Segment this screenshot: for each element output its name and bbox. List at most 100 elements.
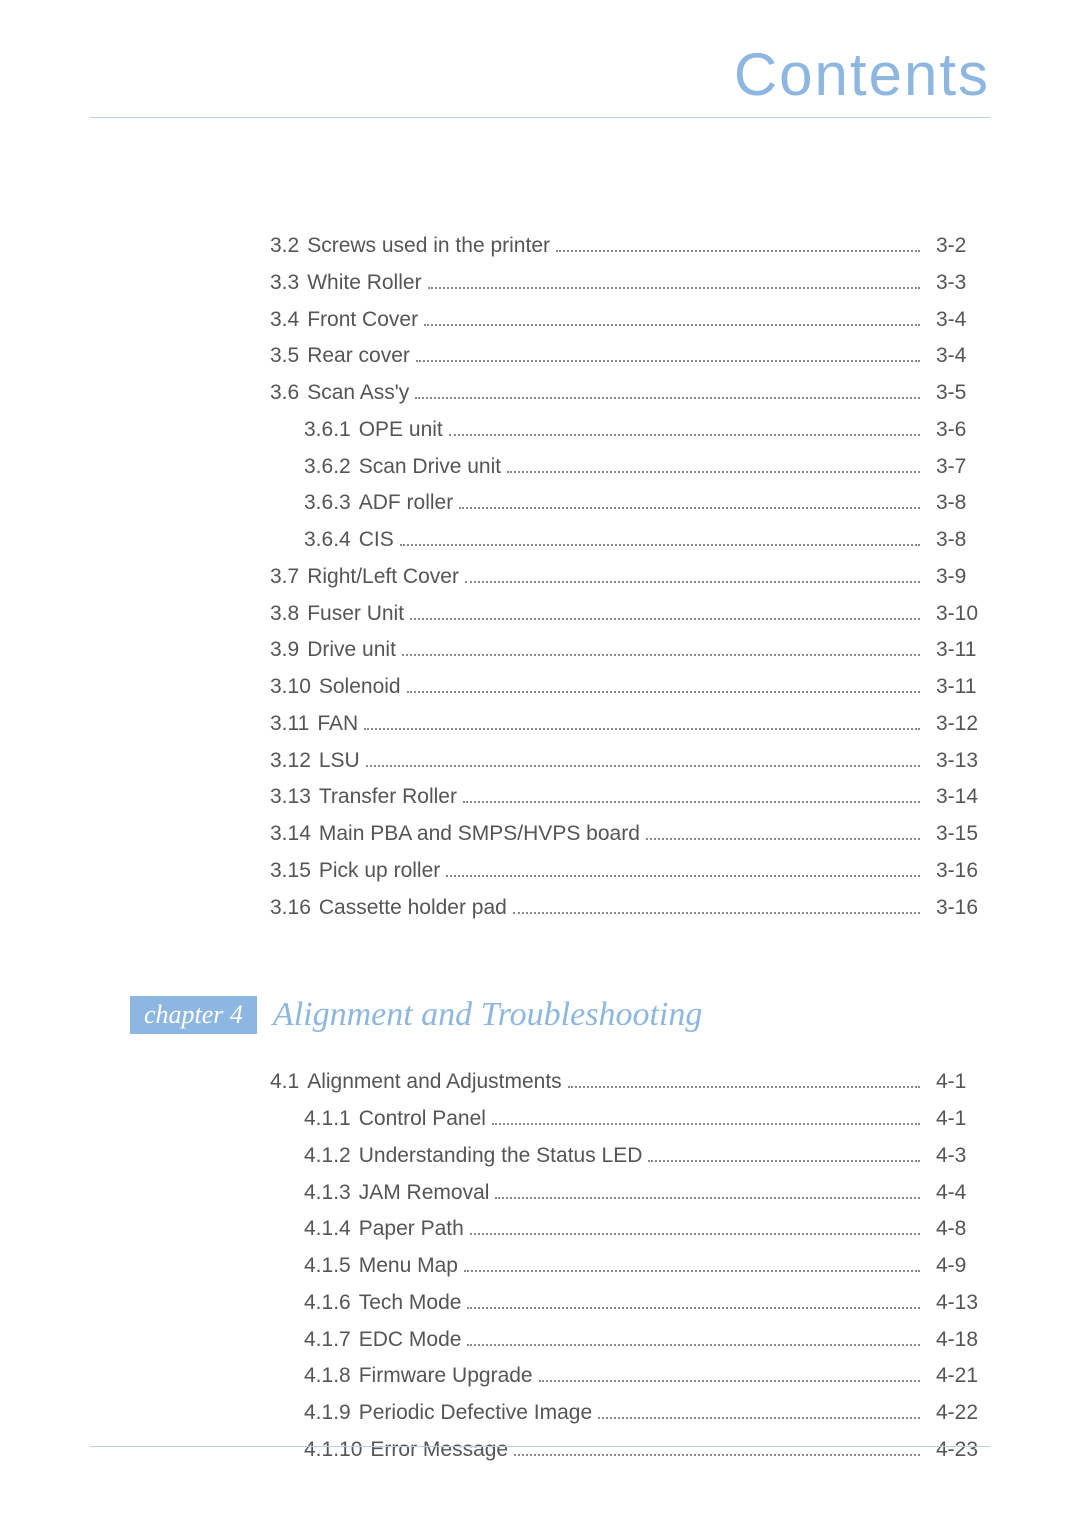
toc-entry-number: 3.2 — [270, 234, 299, 257]
toc-entry-page: 3-12 — [926, 706, 980, 743]
toc-entry-text: Understanding the Status LED — [359, 1144, 643, 1167]
toc-entry-number: 3.13 — [270, 785, 311, 808]
toc-leader-dots — [464, 1270, 920, 1272]
toc-entry-title: 3.7Right/Left Cover — [270, 559, 459, 596]
toc-leader-dots — [646, 838, 920, 840]
toc-entry-title: 3.16Cassette holder pad — [270, 890, 507, 927]
toc-entry-number: 3.5 — [270, 344, 299, 367]
toc-entry-text: Control Panel — [359, 1107, 486, 1130]
toc-entry-text: Menu Map — [359, 1254, 458, 1277]
toc-entry: 3.11 FAN 3-12 — [270, 706, 980, 743]
toc-entry-title: 3.8Fuser Unit — [270, 596, 404, 633]
toc-entry-number: 3.11 — [270, 712, 309, 735]
chapter-badge: chapter 4 — [130, 996, 257, 1034]
toc-leader-dots — [410, 618, 920, 620]
toc-entry-title: 3.3White Roller — [270, 265, 422, 302]
toc-entry-title: 4.1.3JAM Removal — [304, 1175, 489, 1212]
toc-entry: 3.16Cassette holder pad 3-16 — [270, 890, 980, 927]
toc-entry-page: 4-21 — [926, 1358, 980, 1395]
toc-entry: 4.1.5Menu Map4-9 — [270, 1248, 980, 1285]
toc-entry: 3.6.3ADF roller3-8 — [270, 485, 980, 522]
toc-entry-text: Transfer Roller — [319, 785, 457, 808]
toc-entry: 3.13Transfer Roller3-14 — [270, 779, 980, 816]
toc-entry-number: 3.14 — [270, 822, 311, 845]
toc-entry-number: 3.6 — [270, 381, 299, 404]
toc-entry-text: FAN — [317, 712, 358, 735]
toc-entry: 3.7Right/Left Cover3-9 — [270, 559, 980, 596]
toc-entry-number: 3.3 — [270, 271, 299, 294]
toc-entry-page: 3-16 — [926, 890, 980, 927]
toc-leader-dots — [495, 1197, 920, 1199]
toc-leader-dots — [507, 471, 920, 473]
toc-leader-dots — [407, 691, 920, 693]
toc-entry-page: 3-16 — [926, 853, 980, 890]
toc-entry-text: OPE unit — [359, 418, 443, 441]
toc-entry-number: 4.1.8 — [304, 1364, 351, 1387]
toc-leader-dots — [514, 1454, 920, 1456]
toc-entry-title: 4.1 Alignment and Adjustments — [270, 1064, 562, 1101]
toc-leader-dots — [463, 801, 920, 803]
toc-entry-title: 3.12LSU — [270, 743, 360, 780]
toc-entry-text: LSU — [319, 749, 360, 772]
toc-entry-title: 3.4Front Cover — [270, 302, 418, 339]
toc-entry-text: Fuser Unit — [307, 602, 404, 625]
toc-leader-dots — [428, 287, 920, 289]
toc-entry-page: 3-11 — [926, 669, 980, 706]
toc-entry-title: 3.5Rear cover — [270, 338, 410, 375]
chapter-4-heading: chapter 4 Alignment and Troubleshooting — [130, 996, 990, 1034]
toc-entry-number: 4.1 — [270, 1070, 299, 1093]
toc-entry: 4.1.2Understanding the Status LED4-3 — [270, 1138, 980, 1175]
toc-entry-text: Drive unit — [307, 638, 396, 661]
toc-entry-title: 3.6 Scan Ass'y — [270, 375, 409, 412]
toc-entry-number: 3.6.4 — [304, 528, 351, 551]
toc-entry-text: CIS — [359, 528, 394, 551]
toc-leader-dots — [513, 912, 920, 914]
toc-entry-title: 4.1.2 Understanding the Status LED — [304, 1138, 642, 1175]
toc-entry: 4.1.3JAM Removal4-4 — [270, 1175, 980, 1212]
toc-entry: 4.1.7EDC Mode4-18 — [270, 1322, 980, 1359]
toc-entry-number: 3.7 — [270, 565, 299, 588]
toc-entry-page: 3-7 — [926, 449, 980, 486]
toc-entry: 4.1.10Error Message4-23 — [270, 1432, 980, 1469]
toc-entry-page: 4-1 — [926, 1064, 980, 1101]
toc-entry-number: 4.1.1 — [304, 1107, 351, 1130]
toc-entry-text: Error Message — [370, 1438, 508, 1461]
toc-entry-page: 3-10 — [926, 596, 980, 633]
toc-entry-number: 4.1.3 — [304, 1181, 351, 1204]
toc-leader-dots — [467, 1344, 920, 1346]
toc-entry-number: 4.1.2 — [304, 1144, 351, 1167]
toc-entry-text: Periodic Defective Image — [359, 1401, 592, 1424]
toc-entry-text: Paper Path — [359, 1217, 464, 1240]
toc-entry-number: 3.9 — [270, 638, 299, 661]
toc-entry: 4.1.4Paper Path4-8 — [270, 1211, 980, 1248]
toc-entry-title: 4.1.9 Periodic Defective Image — [304, 1395, 592, 1432]
toc-entry-page: 4-13 — [926, 1285, 980, 1322]
toc-entry: 3.5Rear cover3-4 — [270, 338, 980, 375]
toc-entry-title: 4.1.10 Error Message — [304, 1432, 508, 1469]
toc-entry-number: 4.1.6 — [304, 1291, 351, 1314]
toc-entry-text: Alignment and Adjustments — [307, 1070, 561, 1093]
toc-leader-dots — [568, 1086, 920, 1088]
toc-entry-text: Screws used in the printer — [307, 234, 550, 257]
toc-entry-title: 4.1.1 Control Panel — [304, 1101, 486, 1138]
toc-leader-dots — [366, 765, 920, 767]
toc-entry-page: 3-13 — [926, 743, 980, 780]
toc-entry-page: 3-2 — [926, 228, 980, 265]
toc-entry: 4.1.8Firmware Upgrade4-21 — [270, 1358, 980, 1395]
toc-entry-number: 4.1.9 — [304, 1401, 351, 1424]
toc-leader-dots — [648, 1160, 920, 1162]
toc-section-4: 4.1 Alignment and Adjustments 4-1 4.1.1 Cont… — [270, 1064, 980, 1468]
toc-entry: 3.12LSU 3-13 — [270, 743, 980, 780]
toc-entry-text: Solenoid — [319, 675, 401, 698]
toc-leader-dots — [539, 1380, 920, 1382]
toc-entry-text: Scan Ass'y — [307, 381, 409, 404]
toc-leader-dots — [467, 1307, 920, 1309]
toc-entry-page: 4-8 — [926, 1211, 980, 1248]
toc-entry: 3.9Drive unit3-11 — [270, 632, 980, 669]
toc-entry-text: Pick up roller — [319, 859, 440, 882]
toc-entry-number: 4.1.10 — [304, 1438, 362, 1461]
toc-entry-number: 3.15 — [270, 859, 311, 882]
toc-leader-dots — [556, 250, 920, 252]
toc-entry: 3.6.1OPE unit3-6 — [270, 412, 980, 449]
toc-entry-title: 3.15 Pick up roller — [270, 853, 440, 890]
